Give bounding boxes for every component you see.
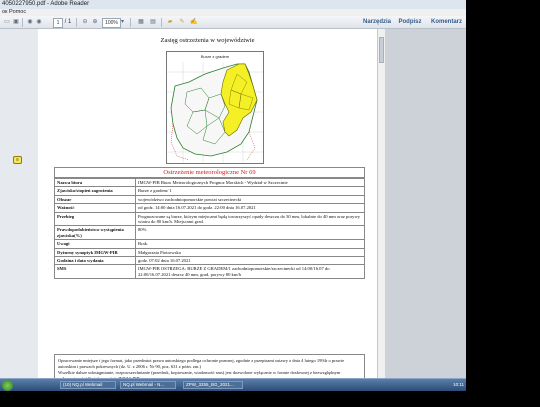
row-value: województwo zachodniopomorskie powiat sz… — [135, 194, 365, 205]
warning-map: Burze z gradem — [166, 51, 264, 164]
pdf-page: Zasięg ostrzeżenia w województwie Burze … — [38, 29, 377, 378]
copyright-footnote: Opracowanie nniejsze i jego format, jako… — [54, 354, 365, 378]
fit-page-icon[interactable]: ▦ — [137, 18, 145, 26]
row-key: Uwagi — [54, 239, 136, 249]
page-total: / 1 — [64, 19, 72, 25]
footnote-line-2: Wszelkie dalsze udostępnianie, rozpowsze… — [58, 370, 341, 378]
row-key: Prawdopodobieństwo wystąpienia zjawiska(… — [54, 225, 136, 241]
table-row: Prawdopodobieństwo wystąpienia zjawiska(… — [54, 225, 365, 241]
adobe-reader-window: 4050227950.pdf - Adobe Reader ок Pomoc ▭… — [0, 0, 466, 407]
toolbar-separator — [130, 18, 131, 27]
row-key: Ważność — [54, 203, 136, 213]
vertical-scrollbar[interactable] — [377, 29, 385, 378]
map-label: Burze z gradem — [200, 54, 230, 59]
menu-bar[interactable]: ок Pomoc — [0, 9, 466, 16]
taskbar-item[interactable]: NQ.pl Webmail - N... — [120, 381, 176, 389]
table-row: Przebieg Prognozowane są burze, którym mi… — [54, 211, 365, 227]
next-page-icon[interactable]: ◉ — [35, 18, 43, 26]
row-value: IMGW-PIB OSTRZEGA: BURZE Z GRADEM/1 zach… — [135, 264, 365, 280]
row-key: Przebieg — [54, 211, 136, 227]
map-title: Zasięg ostrzeżenia w województwie — [160, 37, 255, 44]
row-key: Godzina i data wydania — [54, 256, 136, 266]
fit-width-icon[interactable]: ▤ — [149, 18, 157, 26]
taskbar-item[interactable]: ZPW_3255_BG_2021... — [183, 381, 243, 389]
region-map-image — [167, 62, 263, 163]
scrollbar-thumb[interactable] — [379, 37, 384, 63]
table-row: Obszar województwo zachodniopomorskie pow… — [54, 194, 365, 205]
start-button-icon[interactable] — [2, 380, 13, 391]
highlight-icon[interactable]: ✎ — [178, 18, 186, 26]
footnote-line-1: Opracowanie nniejsze i jego format, jako… — [58, 358, 345, 369]
tab-tools[interactable]: Narzędzia — [362, 17, 392, 28]
warning-header: Ostrzeżenie meteorologiczne Nr 69 — [54, 167, 365, 178]
row-value: 80% — [135, 225, 365, 241]
row-key: Obszar — [54, 194, 136, 205]
toolbar-separator — [76, 18, 77, 27]
left-panel — [0, 29, 38, 378]
save-icon[interactable]: ▣ — [12, 18, 20, 26]
row-value: Prognozowane są burze, którym miejscami … — [135, 211, 365, 227]
row-key: Zjawisko/stopień zagrożenia — [54, 186, 136, 196]
previous-page-icon[interactable]: ◉ — [26, 18, 34, 26]
row-value: Brak. — [135, 239, 365, 249]
table-row: SMS IMGW-PIB OSTRZEGA: BURZE Z GRADEM/1 z… — [54, 264, 365, 280]
tab-sign[interactable]: Podpisz — [397, 17, 423, 28]
row-value: od godz. 14:00 dnia 16.07.2021 do godz. … — [135, 203, 365, 213]
sign-icon[interactable]: ✍ — [190, 18, 198, 26]
open-icon[interactable]: ▭ — [3, 18, 11, 26]
taskbar-item[interactable]: (10) NQ.pl Webmail — [60, 381, 116, 389]
comment-icon[interactable]: ▰ — [166, 18, 174, 26]
tab-comment[interactable]: Komentarz — [429, 17, 464, 28]
warning-table: Nazwa biura IMGW-PIB Biuro Meteorologiczn… — [54, 177, 365, 280]
row-key: Nazwa biura — [54, 177, 136, 188]
page-number-input[interactable]: 1 — [53, 18, 63, 28]
table-row: Uwagi Brak. — [54, 239, 365, 249]
window-title: 4050227950.pdf - Adobe Reader — [0, 0, 466, 9]
screen-bottom-edge — [0, 391, 466, 407]
row-key: Dyżurny synoptyk IMGW-PIB — [54, 247, 136, 258]
zoom-level-input[interactable]: 100% — [102, 18, 121, 28]
row-value: Małgorzata Piotrowska — [135, 247, 365, 258]
toolbar-separator — [22, 18, 23, 27]
toolbar-separator — [161, 18, 162, 27]
taskbar: (10) NQ.pl Webmail NQ.pl Webmail - N... … — [0, 378, 466, 391]
table-row: Godzina i data wydania godz. 07:02 dnia 1… — [54, 256, 365, 266]
clock: 10:11 — [453, 382, 464, 387]
table-row: Zjawisko/stopień zagrożenia Burze z grade… — [54, 186, 365, 196]
table-row: Ważność od godz. 14:00 dnia 16.07.2021 do… — [54, 203, 365, 213]
table-row: Nazwa biura IMGW-PIB Biuro Meteorologiczn… — [54, 177, 365, 188]
note-comment-icon[interactable]: ≡ — [13, 156, 22, 164]
row-key: SMS — [54, 264, 136, 280]
toolbar: ▭ ▣ ◉ ◉ 1 / 1 ⊖ ⊕ 100% ▾ ▦ ▤ ▰ ✎ ✍ Narzę… — [0, 16, 466, 29]
row-value: IMGW-PIB Biuro Meteorologicznych Prognoz… — [135, 177, 365, 188]
zoom-in-icon[interactable]: ⊕ — [91, 18, 99, 26]
zoom-dropdown-icon[interactable]: ▾ — [120, 18, 125, 26]
table-row: Dyżurny synoptyk IMGW-PIB Małgorzata Piot… — [54, 247, 365, 258]
row-value: Burze z gradem/ 1 — [135, 186, 365, 196]
zoom-out-icon[interactable]: ⊖ — [81, 18, 89, 26]
right-panel-area — [385, 29, 466, 378]
row-value: godz. 07:02 dnia 16.07.2021 — [135, 256, 365, 266]
